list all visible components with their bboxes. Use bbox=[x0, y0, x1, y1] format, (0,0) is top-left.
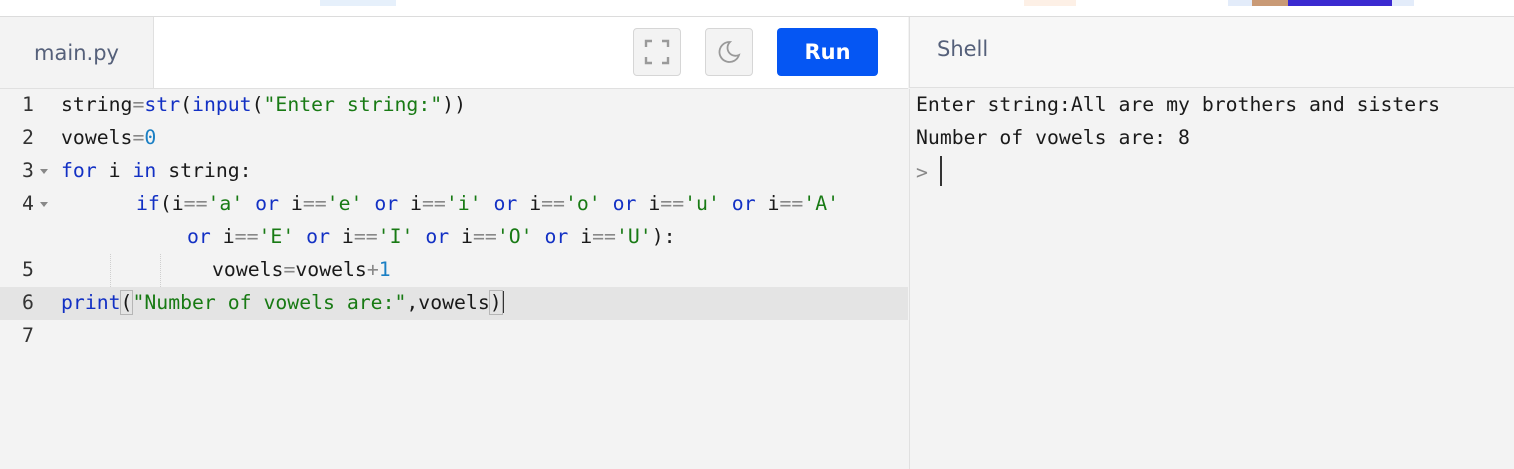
indent-guide bbox=[160, 254, 161, 287]
compiler-workspace: main.py Run Shell 1 string=str(input("En… bbox=[0, 16, 1514, 469]
line-number: 1 bbox=[22, 93, 34, 116]
fullscreen-icon bbox=[644, 39, 670, 65]
indent-guide bbox=[110, 254, 111, 287]
code-line-wrap: or i=='E' or i=='I' or i=='O' or i=='U')… bbox=[0, 221, 908, 254]
editor-toolbar: main.py Run bbox=[0, 17, 908, 89]
shell-cursor bbox=[940, 156, 942, 186]
code-line: 1 string=str(input("Enter string:")) bbox=[0, 89, 908, 122]
tab-main-py[interactable]: main.py bbox=[0, 17, 154, 88]
line-number: 3 bbox=[22, 159, 34, 182]
shell-header: Shell bbox=[909, 17, 1514, 88]
shell-output[interactable]: Enter string:All are my brothers and sis… bbox=[909, 89, 1514, 469]
code-line-text: if(i=='a' or i=='e' or i=='i' or i=='o' … bbox=[136, 192, 840, 215]
code-line-text: vowels=0 bbox=[61, 126, 157, 149]
shell-tab-label: Shell bbox=[937, 37, 989, 61]
line-number: 6 bbox=[22, 291, 34, 314]
banner-decoration bbox=[320, 0, 396, 6]
line-number: 2 bbox=[22, 126, 34, 149]
moon-icon bbox=[718, 41, 741, 63]
code-line: 4 if(i=='a' or i=='e' or i=='i' or i=='o… bbox=[0, 188, 908, 221]
shell-output-line: Enter string:All are my brothers and sis… bbox=[916, 93, 1441, 116]
code-line: 7 bbox=[0, 320, 908, 353]
line-number: 4 bbox=[22, 192, 34, 215]
code-line-text: string=str(input("Enter string:")) bbox=[61, 93, 466, 116]
run-button[interactable]: Run bbox=[777, 28, 878, 76]
code-line: 3 for i in string: bbox=[0, 155, 908, 188]
fullscreen-button[interactable] bbox=[633, 28, 681, 76]
code-line-text: or i=='E' or i=='I' or i=='O' or i=='U')… bbox=[187, 225, 676, 248]
banner-decoration bbox=[1024, 0, 1076, 6]
shell-prompt: > bbox=[916, 161, 928, 184]
tab-label: main.py bbox=[34, 40, 119, 65]
code-line: 2 vowels=0 bbox=[0, 122, 908, 155]
line-number: 7 bbox=[22, 324, 34, 347]
code-editor[interactable]: 1 string=str(input("Enter string:")) 2 v… bbox=[0, 89, 908, 469]
fold-arrow-icon[interactable] bbox=[40, 169, 48, 174]
shell-output-line: Number of vowels are: 8 bbox=[916, 126, 1190, 149]
line-number: 5 bbox=[22, 258, 34, 281]
code-line-text: vowels=vowels+1 bbox=[212, 258, 391, 281]
code-line: 5 vowels=vowels+1 bbox=[0, 254, 908, 287]
fold-arrow-icon[interactable] bbox=[40, 202, 48, 207]
code-line-text: print("Number of vowels are:",vowels) bbox=[61, 290, 504, 315]
theme-toggle-button[interactable] bbox=[705, 28, 753, 76]
top-banner-strip bbox=[0, 0, 1514, 16]
code-line-active: 6 print("Number of vowels are:",vowels) bbox=[0, 287, 908, 320]
code-line-text: for i in string: bbox=[61, 159, 252, 182]
banner-illustration bbox=[1228, 0, 1414, 6]
